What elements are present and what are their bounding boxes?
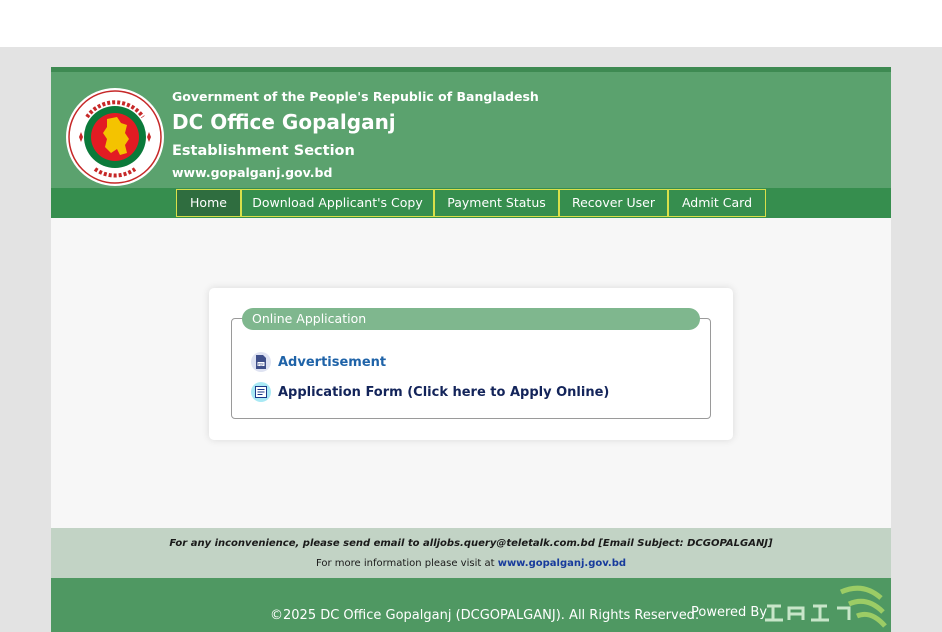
- page-frame: Government of the People's Republic of B…: [51, 67, 891, 632]
- bangladesh-government-seal-logo: [66, 88, 164, 186]
- nav-home[interactable]: Home: [176, 189, 241, 217]
- main-nav: Home Download Applicant's Copy Payment S…: [51, 188, 891, 218]
- online-application-card: Online Application PDF Advertisement App…: [209, 288, 733, 440]
- pdf-icon: PDF: [251, 352, 271, 372]
- more-info-prefix: For more information please visit at: [315, 558, 495, 569]
- nav-download-applicants-copy[interactable]: Download Applicant's Copy: [241, 189, 434, 217]
- advertisement-label: Advertisement: [278, 354, 387, 370]
- more-info-line: For more information please visit at www…: [51, 558, 891, 569]
- more-info-website-link[interactable]: www.gopalganj.gov.bd: [498, 558, 626, 569]
- office-title: DC Office Gopalganj: [172, 110, 396, 134]
- application-form-label: Application Form (Click here to Apply On…: [278, 384, 610, 400]
- copyright-footer: ©2025 DC Office Gopalganj (DCGOPALGANJ).…: [51, 578, 891, 632]
- nav-recover-user[interactable]: Recover User: [559, 189, 668, 217]
- government-name: Government of the People's Republic of B…: [172, 89, 539, 104]
- online-application-legend: Online Application: [242, 308, 700, 330]
- support-email-note: For any inconvenience, please send email…: [169, 538, 773, 549]
- powered-by-label: Powered By: [691, 605, 768, 620]
- website-url: www.gopalganj.gov.bd: [172, 165, 333, 180]
- advertisement-link[interactable]: PDF Advertisement: [251, 351, 386, 373]
- application-form-link[interactable]: Application Form (Click here to Apply On…: [251, 381, 609, 403]
- nav-payment-status[interactable]: Payment Status: [434, 189, 559, 217]
- section-name: Establishment Section: [172, 143, 355, 159]
- nav-admit-card[interactable]: Admit Card: [668, 189, 766, 217]
- contact-footer: For any inconvenience, please send email…: [51, 528, 891, 578]
- teletalk-logo: [765, 585, 887, 628]
- form-icon: [251, 382, 271, 402]
- svg-text:PDF: PDF: [258, 362, 264, 366]
- copyright-text: ©2025 DC Office Gopalganj (DCGOPALGANJ).…: [270, 608, 700, 623]
- site-header: Government of the People's Republic of B…: [51, 67, 891, 188]
- top-strip: [0, 0, 942, 47]
